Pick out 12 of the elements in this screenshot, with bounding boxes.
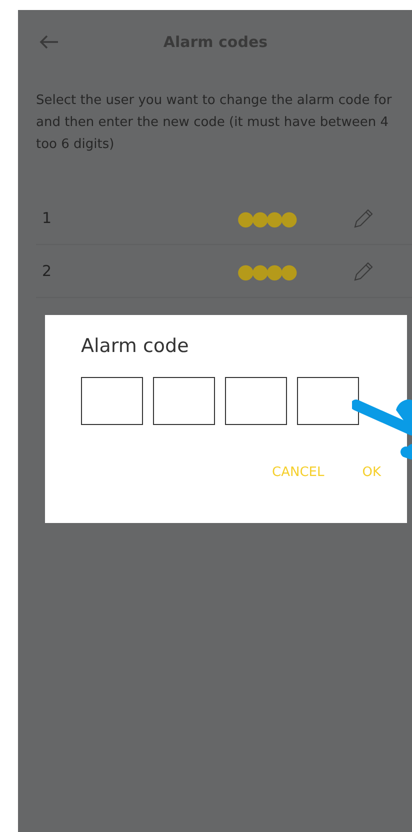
digit-field[interactable] [297, 377, 359, 425]
user-number: 1 [41, 209, 53, 227]
digit-field[interactable] [153, 377, 215, 425]
digit-field[interactable] [81, 377, 143, 425]
dialog-title: Alarm code [81, 335, 190, 357]
description-text: Select the user you want to change the alarm code for and then enter the new code (it must have between 4 too 6 digits) [36, 92, 393, 154]
dialog-button[interactable]: CANCEL [268, 459, 328, 486]
code-mask: ●●●● [237, 259, 296, 283]
code-mask: ●●●● [237, 206, 296, 230]
user-number: 2 [41, 262, 53, 280]
dialog-button[interactable]: OK [358, 459, 385, 486]
digit-field[interactable] [225, 377, 287, 425]
